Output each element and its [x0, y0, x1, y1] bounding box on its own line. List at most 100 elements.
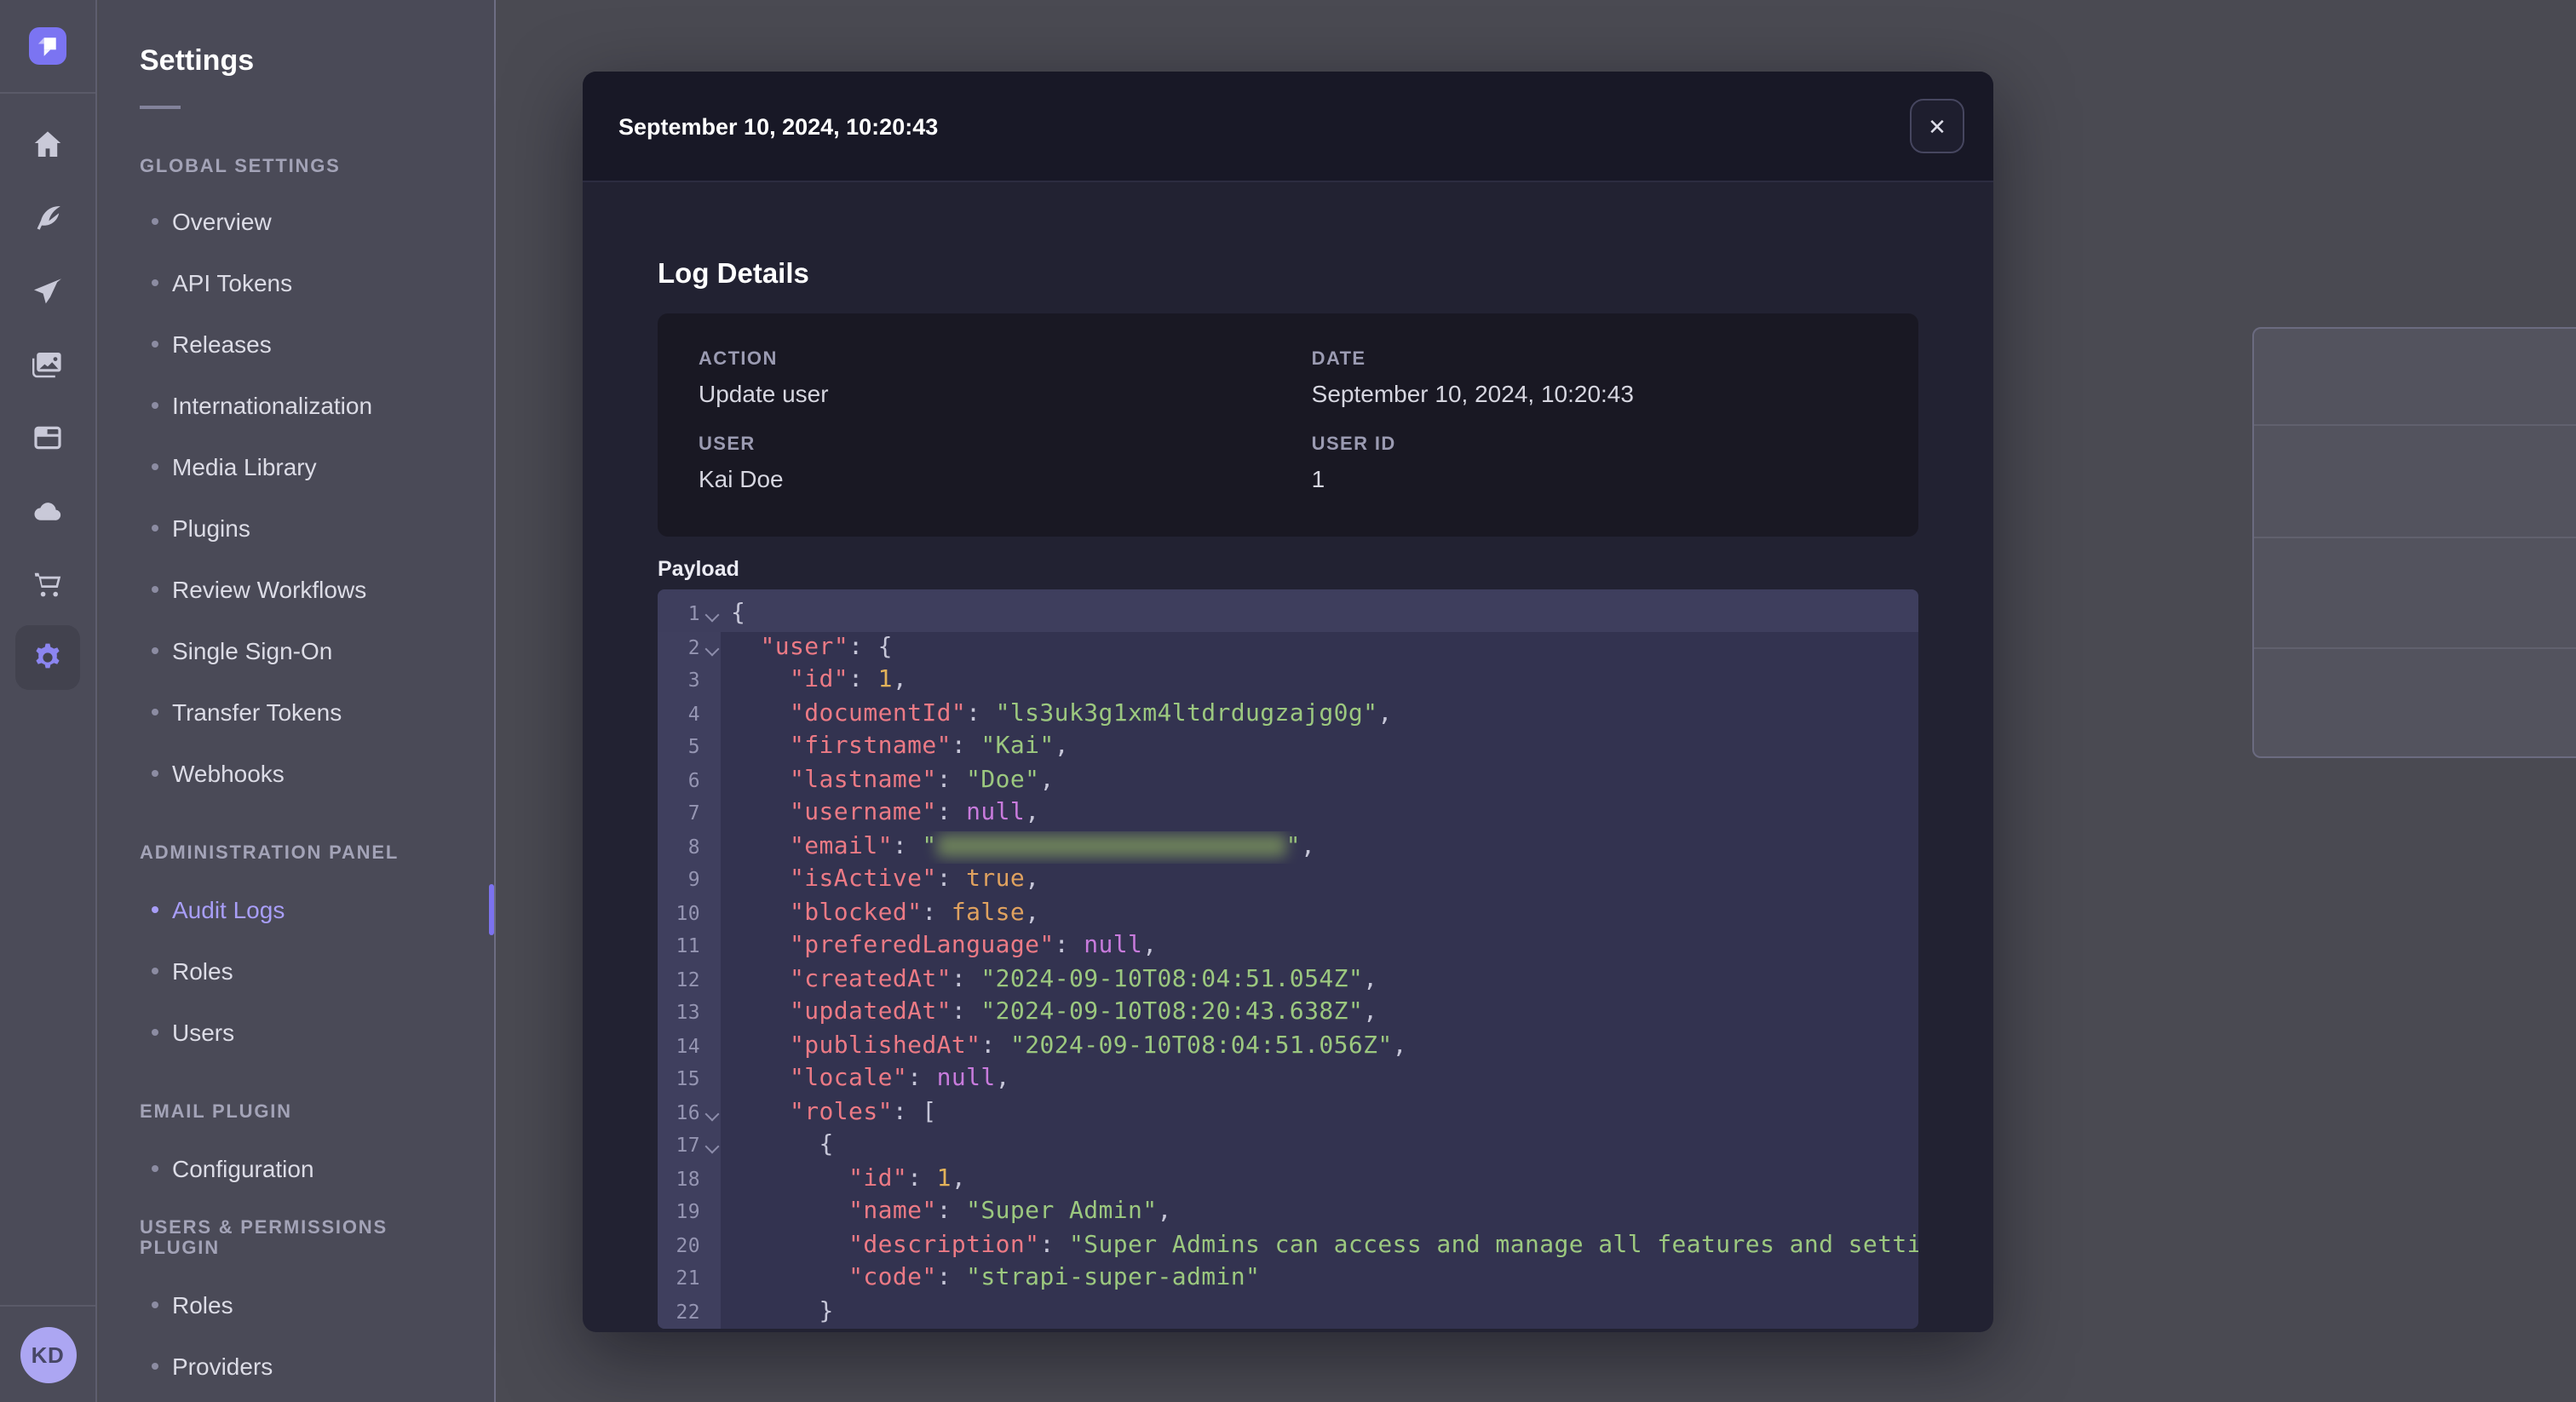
- fold-chevron-icon[interactable]: [707, 610, 717, 620]
- sidebar-item-roles[interactable]: Roles: [99, 1274, 494, 1336]
- code-text: "id": 1,: [790, 666, 908, 693]
- code-text: {: [731, 1131, 834, 1158]
- sidebar-item-media-library[interactable]: Media Library: [99, 436, 494, 497]
- sidebar-item-releases[interactable]: Releases: [99, 313, 494, 375]
- bullet-icon: [152, 218, 158, 225]
- line-number: 22: [658, 1296, 721, 1329]
- send-icon[interactable]: [31, 274, 65, 308]
- home-icon[interactable]: [31, 128, 65, 162]
- line-number: 6: [658, 764, 721, 797]
- bullet-icon: [152, 402, 158, 409]
- line-number: 13: [658, 997, 721, 1030]
- line-number: 12: [658, 963, 721, 997]
- user-id-field: USER ID 1: [1312, 434, 1877, 492]
- bullet-icon: [152, 709, 158, 715]
- code-line: 14 "publishedAt": "2024-09-10T08:04:51.0…: [658, 1030, 1918, 1063]
- payload-code-editor[interactable]: 1{2 "user": {3 "id": 1, 4 "documentId": "…: [658, 589, 1918, 1329]
- code-line: 3 "id": 1,: [658, 664, 1918, 698]
- sidebar-item-overview[interactable]: Overview: [99, 191, 494, 252]
- bullet-icon: [152, 279, 158, 286]
- code-text: "lastname": "Doe",: [790, 766, 1055, 793]
- cart-icon[interactable]: [31, 567, 65, 601]
- bullet-icon: [152, 586, 158, 593]
- line-number: 10: [658, 897, 721, 930]
- code-line: 9 "isActive": true,: [658, 864, 1918, 897]
- date-value: September 10, 2024, 10:20:43: [1311, 380, 1634, 407]
- code-line: 5 "firstname": "Kai",: [658, 731, 1918, 764]
- code-editor-top: [658, 589, 1918, 598]
- code-line: 4 "documentId": "ls3uk3g1xm4ltdrdugzajg0…: [658, 698, 1918, 731]
- line-number: 1: [658, 598, 721, 631]
- table-divider: [2254, 537, 2576, 538]
- code-text: "id": 1,: [848, 1164, 967, 1192]
- sidebar-item-audit-logs[interactable]: Audit Logs: [99, 879, 494, 940]
- nav-section-email-plugin: EMAIL PLUGIN: [140, 1102, 292, 1123]
- sidebar-item-review-workflows[interactable]: Review Workflows: [99, 559, 494, 620]
- modal-header: September 10, 2024, 10:20:43 ✕: [583, 72, 1993, 182]
- sidebar-item-api-tokens[interactable]: API Tokens: [99, 252, 494, 313]
- bullet-icon: [152, 906, 158, 913]
- code-line: 20 "description": "Super Admins can acce…: [658, 1229, 1918, 1262]
- sidebar-item-plugins[interactable]: Plugins: [99, 497, 494, 559]
- bullet-icon: [152, 341, 158, 348]
- page-title: Settings: [140, 44, 255, 77]
- feather-icon[interactable]: [31, 201, 65, 235]
- bullet-icon: [152, 1363, 158, 1370]
- bullet-icon: [152, 968, 158, 974]
- sidebar-item-single-sign-on[interactable]: Single Sign-On: [99, 620, 494, 681]
- fold-chevron-icon[interactable]: [707, 1141, 717, 1152]
- code-line: 18 "id": 1,: [658, 1163, 1918, 1196]
- code-text: "firstname": "Kai",: [790, 733, 1069, 760]
- audit-log-table-card: [2252, 327, 2576, 758]
- user-avatar[interactable]: KD: [20, 1326, 76, 1382]
- active-indicator: [489, 884, 494, 935]
- table-divider: [2254, 647, 2576, 649]
- modal-title: September 10, 2024, 10:20:43: [618, 113, 939, 139]
- layout-icon[interactable]: [31, 421, 65, 455]
- sidebar-item-label: Single Sign-On: [172, 637, 333, 664]
- code-text: "email": " ",: [790, 832, 1316, 859]
- sidebar-item-label: Review Workflows: [172, 576, 367, 603]
- code-text: "preferedLanguage": null,: [790, 932, 1158, 959]
- strapi-logo-icon[interactable]: [29, 27, 66, 65]
- line-number: 5: [658, 731, 721, 764]
- bullet-icon: [152, 1029, 158, 1036]
- sidebar-item-transfer-tokens[interactable]: Transfer Tokens: [99, 681, 494, 743]
- log-details-box: ACTION Update user DATE September 10, 20…: [658, 313, 1918, 537]
- sidebar-item-label: Users: [172, 1019, 235, 1046]
- line-number: 16: [658, 1096, 721, 1129]
- media-library-icon[interactable]: [31, 348, 65, 382]
- sidebar-item-internationalization[interactable]: Internationalization: [99, 375, 494, 436]
- sidebar-item-label: Overview: [172, 208, 272, 235]
- sidebar-item-webhooks[interactable]: Webhooks: [99, 743, 494, 804]
- code-text: "roles": [: [790, 1098, 937, 1125]
- table-divider: [2254, 424, 2576, 426]
- settings-sidebar: Settings GLOBAL SETTINGS Overview API Toke…: [99, 0, 496, 1402]
- code-line: 6 "lastname": "Doe",: [658, 764, 1918, 797]
- modal-body: Log Details ACTION Update user DATE Sept…: [583, 257, 1993, 1329]
- user-id-label: USER ID: [1311, 434, 1396, 455]
- sidebar-item-label: API Tokens: [172, 269, 293, 296]
- gear-icon[interactable]: [15, 625, 80, 690]
- sidebar-item-configuration[interactable]: Configuration: [99, 1138, 494, 1199]
- fold-chevron-icon[interactable]: [707, 643, 717, 653]
- line-number: 9: [658, 864, 721, 897]
- code-text: "isActive": true,: [790, 865, 1040, 893]
- action-label: ACTION: [699, 349, 778, 370]
- sidebar-item-users[interactable]: Users: [99, 1002, 494, 1063]
- sidebar-item-label: Transfer Tokens: [172, 698, 342, 726]
- cloud-icon[interactable]: [31, 494, 65, 528]
- user-id-value: 1: [1311, 465, 1325, 492]
- title-divider: [140, 106, 181, 109]
- code-text: "blocked": false,: [790, 899, 1040, 926]
- bullet-icon: [152, 1301, 158, 1308]
- sidebar-item-label: Audit Logs: [172, 896, 285, 923]
- user-field: USER Kai Doe: [699, 434, 1312, 492]
- fold-chevron-icon[interactable]: [707, 1108, 717, 1118]
- sidebar-item-providers[interactable]: Providers: [99, 1336, 494, 1397]
- user-label: USER: [699, 434, 756, 455]
- code-text: "publishedAt": "2024-09-10T08:04:51.056Z…: [790, 1031, 1407, 1059]
- code-text: "name": "Super Admin",: [848, 1198, 1172, 1225]
- sidebar-item-roles[interactable]: Roles: [99, 940, 494, 1002]
- close-button[interactable]: ✕: [1910, 99, 1964, 153]
